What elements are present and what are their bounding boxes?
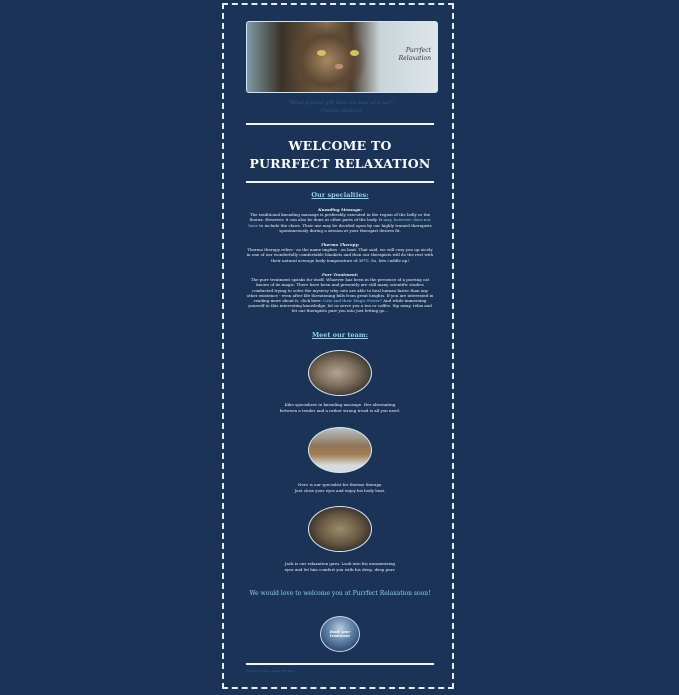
page-title-line1: WELCOME TO <box>288 138 392 153</box>
closing-message: We would love to welcome you at Purrfect… <box>249 590 431 597</box>
banner-logo: Purrfect Relaxation <box>399 47 431 63</box>
specialty-text: Thermo therapy relies - as the name impl… <box>246 247 434 263</box>
team-photo-nero <box>308 427 372 473</box>
divider-top <box>246 123 434 125</box>
caption-line: eyes and let him comfort you with his de… <box>284 566 396 572</box>
cat-face-photo <box>287 22 367 92</box>
footer-credit: Design: Purrfect Ideas / Pixabay <box>246 669 296 673</box>
quote-block: "What greater gift than the love of a ca… <box>246 99 436 115</box>
cat-eye-left <box>317 50 326 56</box>
divider-title <box>246 181 434 183</box>
page-title-line2: PURRFECT RELAXATION <box>249 156 431 171</box>
caption-line: between a tender and a rather strong tre… <box>279 407 401 413</box>
specialty-purr: Purr Treatment: The purr treatment speak… <box>246 272 434 314</box>
page-title: WELCOME TO PURRFECT RELAXATION <box>246 137 434 173</box>
team-photo-jack <box>308 506 372 552</box>
cat-nose <box>335 64 343 69</box>
team-caption-nero: Nero is our specialist for thermo therap… <box>246 482 434 493</box>
specialty-thermo: Thermo Therapy: Thermo therapy relies - … <box>246 242 434 263</box>
book-treatment-button[interactable]: Book your treatment <box>320 616 360 652</box>
team-caption-kiko: Kiko specializes in kneading massage. He… <box>246 402 434 413</box>
team-heading: Meet our team: <box>311 331 369 339</box>
divider-bottom <box>246 663 434 665</box>
quote-author: Charles Dickens <box>320 108 362 114</box>
cat-eye-right <box>350 50 359 56</box>
team-photo-kiko <box>308 350 372 396</box>
specialties-heading: Our specialties: <box>311 191 369 199</box>
specialty-kneading: Kneading Massage: The traditional kneadi… <box>246 207 434 233</box>
banner-logo-line2: Relaxation <box>398 55 431 62</box>
specialty-text-end: to include the claws. Their use may be d… <box>257 222 432 233</box>
team-caption-jack: Jack is our relaxation guru. Look into h… <box>246 561 434 572</box>
book-button-line2: treatment <box>329 634 351 638</box>
banner-logo-line1: Purrfect <box>405 47 431 54</box>
quote-text: "What greater gift than the love of a ca… <box>287 100 395 106</box>
caption-line: Just close your eyes and enjoy his body … <box>294 487 386 493</box>
header-banner-image: Purrfect Relaxation <box>246 21 438 93</box>
